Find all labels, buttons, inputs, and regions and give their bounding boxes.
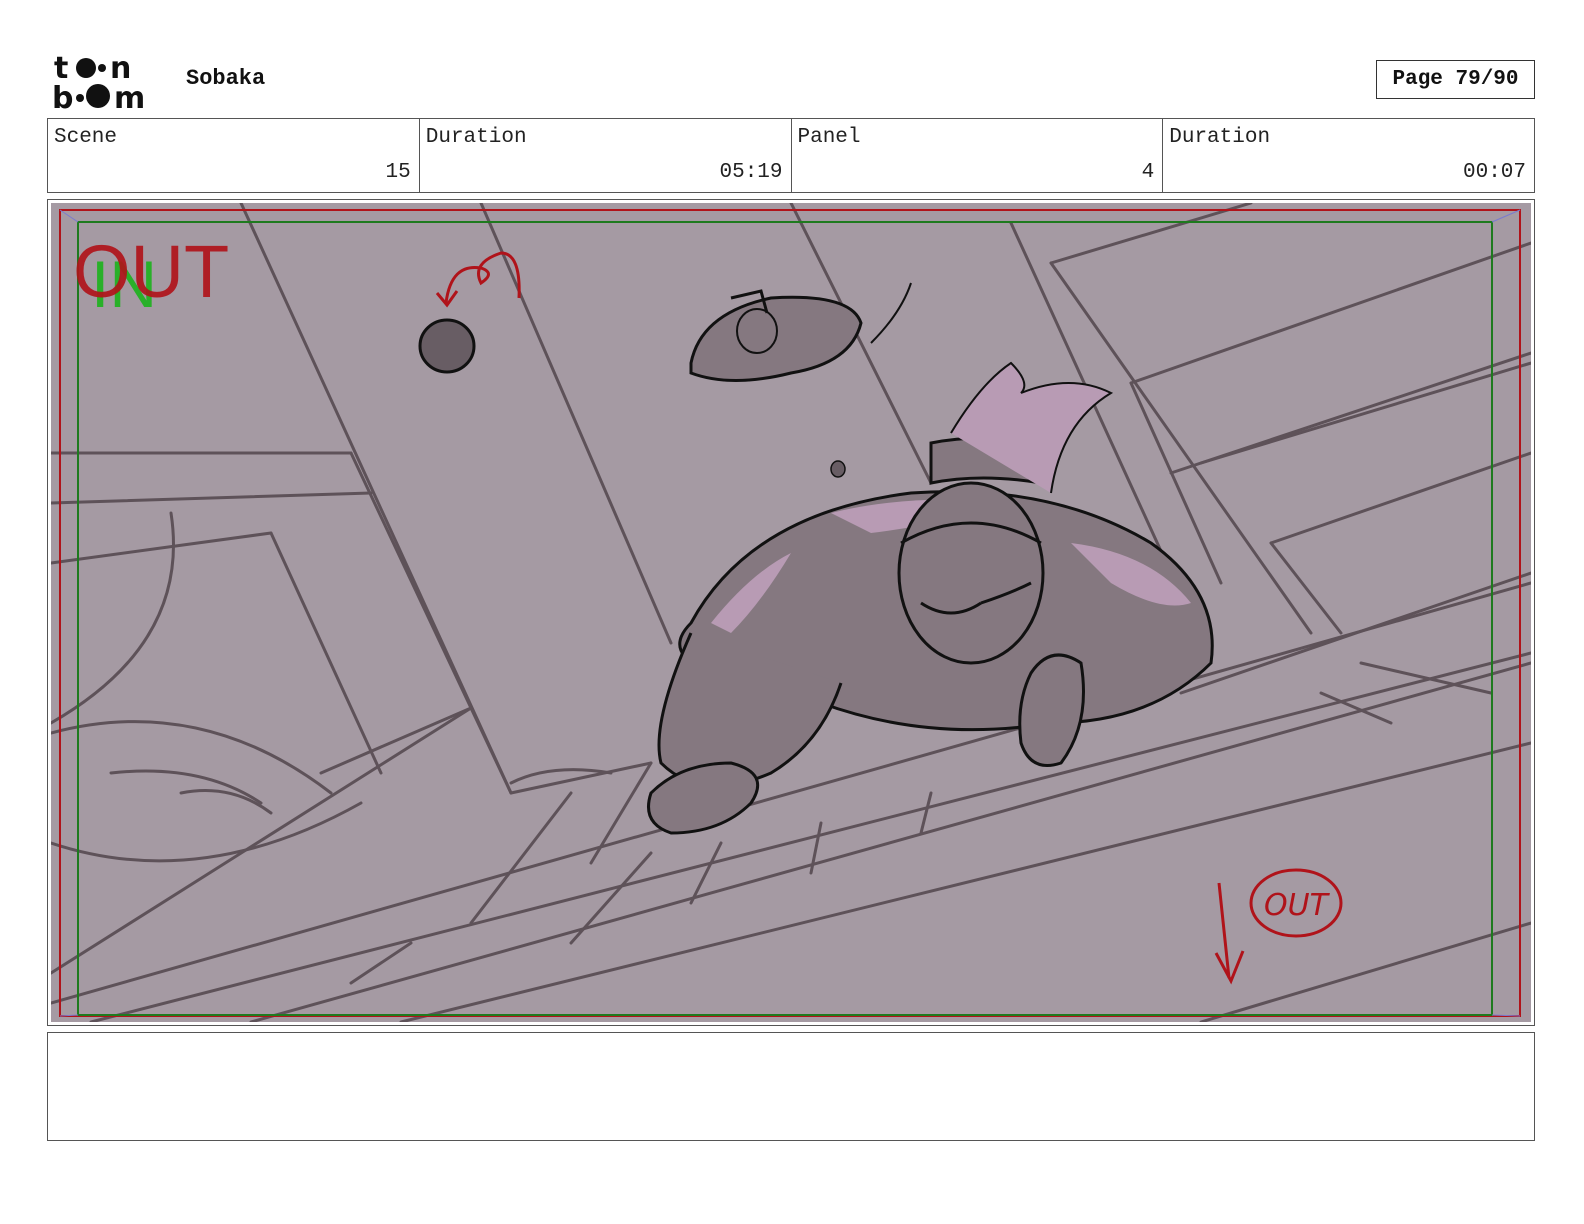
toon-boom-logo: t n b m <box>52 51 145 112</box>
panel-value: 4 <box>1141 161 1155 184</box>
page-indicator: Page 79/90 <box>1376 60 1535 99</box>
scene-cell: Scene 15 <box>48 119 420 192</box>
panel-duration-cell: Duration 00:07 <box>1163 119 1534 192</box>
small-dot <box>830 460 846 478</box>
panel-cell: Panel 4 <box>792 119 1164 192</box>
svg-text:m: m <box>114 81 145 112</box>
scene-duration-value: 05:19 <box>719 161 783 184</box>
out-marker: OUT <box>73 230 229 313</box>
svg-text:b: b <box>52 81 73 112</box>
small-ball <box>418 318 476 374</box>
scene-label: Scene <box>54 126 118 149</box>
project-title: Sobaka <box>186 66 266 91</box>
panel-info-row: Scene 15 Duration 05:19 Panel 4 Duration… <box>47 118 1535 193</box>
out-note: OUT <box>1264 888 1331 923</box>
scene-duration-cell: Duration 05:19 <box>420 119 792 192</box>
panel-drawing: OUT IN OUT <box>51 203 1531 1022</box>
storyboard-panel: OUT IN OUT <box>47 199 1535 1026</box>
panel-duration-value: 00:07 <box>1462 161 1526 184</box>
scene-value: 15 <box>385 161 411 184</box>
panel-duration-label: Duration <box>1169 126 1271 149</box>
caption-box <box>47 1032 1535 1141</box>
scene-duration-label: Duration <box>425 126 527 149</box>
panel-label: Panel <box>797 126 861 149</box>
